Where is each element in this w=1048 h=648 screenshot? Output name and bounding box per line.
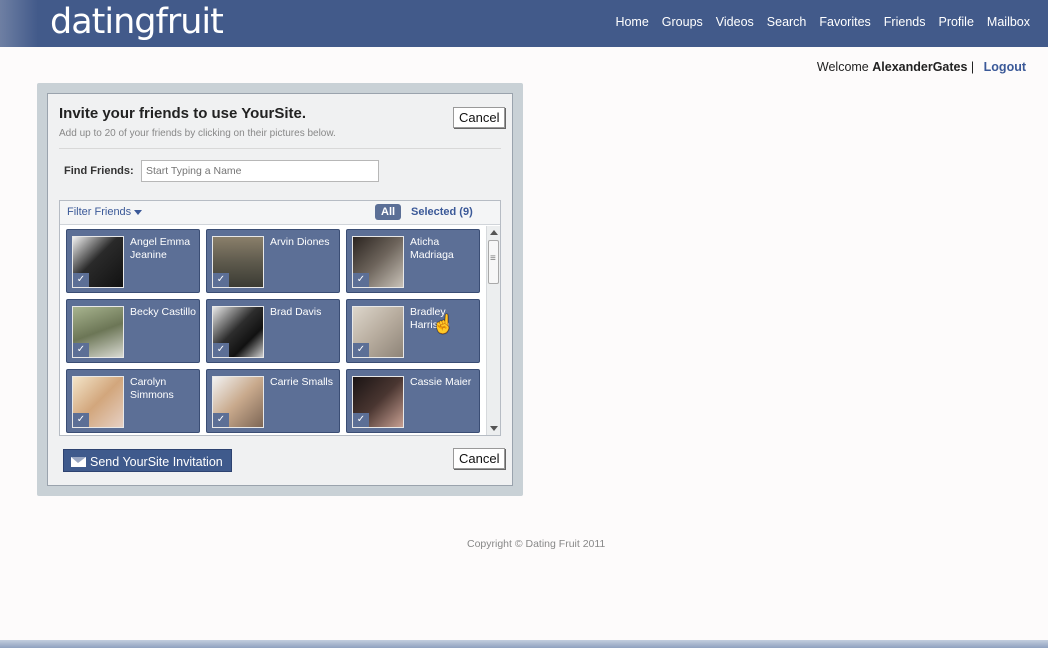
friend-card[interactable]: ✓ Carolyn Simmons	[66, 369, 200, 433]
friend-name: Carrie Smalls	[270, 376, 334, 388]
invite-dialog: Invite your friends to use YourSite. Add…	[47, 93, 513, 486]
dialog-divider	[59, 148, 501, 149]
friend-photo: ✓	[212, 236, 264, 288]
nav-profile[interactable]: Profile	[938, 15, 973, 29]
checkmark-icon: ✓	[213, 273, 229, 287]
nav-videos[interactable]: Videos	[716, 15, 754, 29]
envelope-icon	[71, 457, 86, 467]
friend-name: Cassie Maier	[410, 376, 472, 388]
tab-all[interactable]: All	[375, 204, 402, 220]
friend-card[interactable]: ✓ Bradley Harrison	[346, 299, 480, 363]
invite-dialog-frame: Invite your friends to use YourSite. Add…	[37, 83, 523, 496]
friend-photo: ✓	[72, 236, 124, 288]
send-invitation-label: Send YourSite Invitation	[90, 455, 223, 469]
friend-photo: ✓	[212, 306, 264, 358]
dialog-title: Invite your friends to use YourSite.	[59, 105, 306, 122]
main-nav: Home Groups Videos Search Favorites Frie…	[615, 15, 1030, 29]
scrollbar-thumb[interactable]	[488, 240, 499, 284]
friend-card[interactable]: ✓ Carrie Smalls	[206, 369, 340, 433]
copyright-text: Copyright © Dating Fruit 2011	[467, 538, 606, 550]
friend-photo: ✓	[72, 376, 124, 428]
top-navigation-bar: datingfruit Home Groups Videos Search Fa…	[0, 0, 1048, 47]
friend-card[interactable]: ✓ Angel Emma Jeanine	[66, 229, 200, 293]
friend-photo: ✓	[352, 236, 404, 288]
checkmark-icon: ✓	[73, 343, 89, 357]
friend-card[interactable]: ✓ Aticha Madriaga	[346, 229, 480, 293]
find-friends-input[interactable]	[141, 160, 379, 182]
checkmark-icon: ✓	[73, 413, 89, 427]
friend-name: Carolyn Simmons	[130, 376, 174, 401]
friend-photo: ✓	[72, 306, 124, 358]
friend-name: Becky Castillo	[130, 306, 196, 318]
checkmark-icon: ✓	[213, 343, 229, 357]
friend-photo: ✓	[212, 376, 264, 428]
chevron-down-icon	[134, 209, 143, 215]
nav-search[interactable]: Search	[767, 15, 807, 29]
checkmark-icon: ✓	[73, 273, 89, 287]
scroll-down-arrow-icon[interactable]	[490, 426, 498, 431]
bottom-border	[0, 640, 1048, 648]
site-logo[interactable]: datingfruit	[50, 2, 224, 42]
friend-name: Aticha Madriaga	[410, 236, 454, 261]
friend-list-header: Filter Friends All Selected (9)	[60, 201, 500, 225]
checkmark-icon: ✓	[353, 413, 369, 427]
logout-link[interactable]: Logout	[984, 60, 1026, 74]
nav-home[interactable]: Home	[615, 15, 648, 29]
friend-card[interactable]: ✓ Cassie Maier	[346, 369, 480, 433]
welcome-separator: |	[970, 60, 975, 74]
friend-name: Arvin Diones	[270, 236, 330, 248]
scroll-up-arrow-icon[interactable]	[490, 230, 498, 235]
friend-card[interactable]: ✓ Becky Castillo	[66, 299, 200, 363]
welcome-bar: Welcome AlexanderGates | Logout	[817, 60, 1026, 74]
username: AlexanderGates	[872, 60, 968, 74]
cancel-button-top[interactable]: Cancel	[453, 107, 506, 128]
friend-list-scrollbar[interactable]	[486, 226, 500, 435]
checkmark-icon: ✓	[353, 343, 369, 357]
filter-friends-dropdown[interactable]: Filter Friends	[67, 206, 143, 218]
friend-name: Angel Emma Jeanine	[130, 236, 191, 261]
nav-groups[interactable]: Groups	[662, 15, 703, 29]
find-friends-label: Find Friends:	[64, 165, 134, 177]
friend-photo: ✓	[352, 306, 404, 358]
nav-mailbox[interactable]: Mailbox	[987, 15, 1030, 29]
checkmark-icon: ✓	[213, 413, 229, 427]
friend-card[interactable]: ✓ Arvin Diones	[206, 229, 340, 293]
friend-card[interactable]: ✓ Brad Davis	[206, 299, 340, 363]
cancel-button-bottom[interactable]: Cancel	[453, 448, 506, 469]
hand-cursor-icon: ☝	[432, 314, 455, 334]
dialog-subtitle: Add up to 20 of your friends by clicking…	[59, 128, 336, 139]
checkmark-icon: ✓	[353, 273, 369, 287]
topbar-left-fade	[0, 0, 38, 47]
nav-friends[interactable]: Friends	[884, 15, 926, 29]
send-invitation-button[interactable]: Send YourSite Invitation	[63, 449, 232, 472]
welcome-text: Welcome	[816, 60, 869, 74]
tab-selected[interactable]: Selected (9)	[411, 206, 473, 218]
nav-favorites[interactable]: Favorites	[819, 15, 870, 29]
friend-name: Brad Davis	[270, 306, 322, 318]
filter-friends-label: Filter Friends	[67, 206, 132, 218]
friend-photo: ✓	[352, 376, 404, 428]
